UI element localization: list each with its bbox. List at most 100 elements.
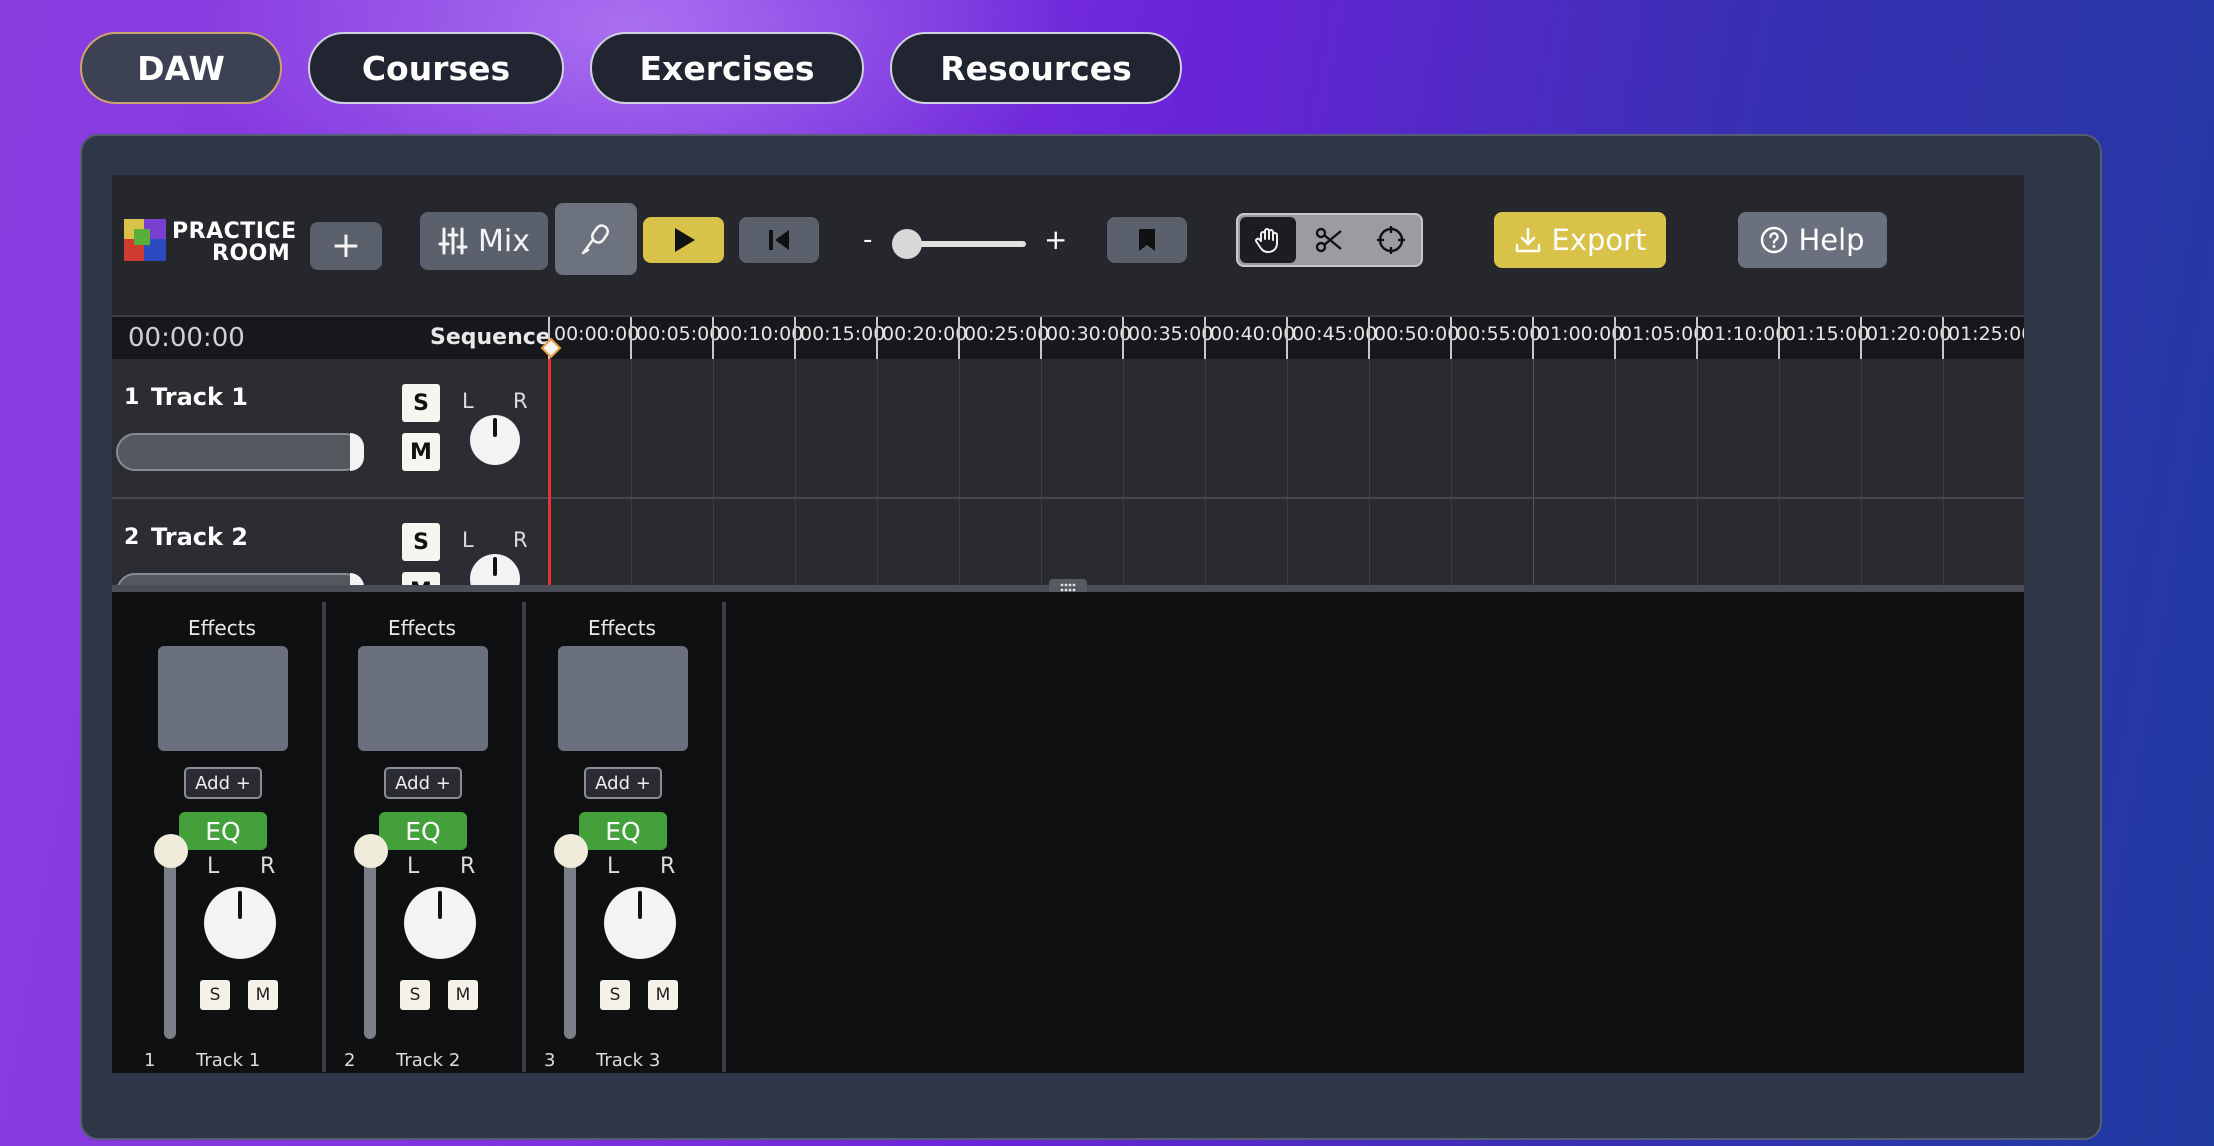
effects-slot[interactable] <box>358 646 488 751</box>
eq-button[interactable]: EQ <box>179 812 267 850</box>
zoom-plus[interactable]: + <box>1044 223 1067 256</box>
track-name: Track 1 <box>151 383 249 411</box>
track-lane[interactable] <box>549 359 2024 497</box>
track-header[interactable]: 1 Track 1 S M L R <box>112 359 548 497</box>
pan-knob[interactable] <box>604 887 676 959</box>
ruler-tick-label: 01:10:00 <box>1702 323 1788 345</box>
logo-line2: ROOM <box>212 241 291 266</box>
help-circle-icon <box>1761 226 1788 254</box>
ruler-tick-label: 00:45:00 <box>1292 323 1378 345</box>
track-pan-knob[interactable] <box>470 554 520 585</box>
export-button[interactable]: Export <box>1494 212 1666 268</box>
volume-fader-track[interactable] <box>564 847 576 1039</box>
mute-button[interactable]: M <box>248 980 278 1010</box>
timeline-ruler[interactable]: 00:00:00 Sequence 00:00:00 00:05:00 00:10:… <box>112 315 2024 361</box>
volume-fader-track[interactable] <box>364 847 376 1039</box>
zoom-slider-thumb[interactable] <box>892 229 922 259</box>
ruler-tick-label: 01:00:00 <box>1538 323 1624 345</box>
ruler-tick <box>1942 317 1944 359</box>
track-volume-slider[interactable] <box>116 433 364 471</box>
play-button[interactable] <box>643 217 724 263</box>
timecode-display: 00:00:00 <box>128 323 245 353</box>
grid-line <box>959 359 960 497</box>
microphone-icon <box>581 224 609 255</box>
ruler-tick <box>712 317 714 359</box>
grid-line <box>713 359 714 497</box>
toolbar: PRACTICE ROOM + Mix - + Export Help <box>112 175 2024 315</box>
grid-line <box>1041 359 1042 497</box>
grid-line <box>1779 359 1780 497</box>
nav-exercises-button[interactable]: Exercises <box>590 32 864 104</box>
record-button[interactable] <box>555 203 637 275</box>
skip-to-start-button[interactable] <box>739 217 819 263</box>
strip-number: 2 <box>344 1050 356 1071</box>
sequence-label: Sequence <box>430 325 551 350</box>
pan-knob[interactable] <box>404 887 476 959</box>
add-effect-button[interactable]: Add + <box>384 767 462 799</box>
eq-button[interactable]: EQ <box>579 812 667 850</box>
volume-fader-thumb[interactable] <box>154 834 188 868</box>
eq-button[interactable]: EQ <box>379 812 467 850</box>
pan-knob[interactable] <box>204 887 276 959</box>
mixer-sliders-icon <box>438 227 468 255</box>
grid-line <box>1369 359 1370 497</box>
grid-line <box>1205 359 1206 497</box>
track-lane[interactable] <box>549 499 2024 585</box>
effects-label: Effects <box>188 616 256 640</box>
grid-line <box>959 499 960 585</box>
add-icon: + <box>330 225 362 266</box>
volume-fader-track[interactable] <box>164 847 176 1039</box>
cut-tool-button[interactable] <box>1300 217 1358 263</box>
nav-courses-button[interactable]: Courses <box>308 32 564 104</box>
select-tool-button[interactable] <box>1362 217 1420 263</box>
track-pan-knob[interactable] <box>470 415 520 465</box>
track-mute-button[interactable]: M <box>402 572 440 585</box>
zoom-minus[interactable]: - <box>863 225 872 255</box>
volume-fader-thumb[interactable] <box>554 834 588 868</box>
solo-button[interactable]: S <box>400 980 430 1010</box>
pan-left-label: L <box>462 528 474 552</box>
skip-back-icon <box>769 230 789 250</box>
track-volume-slider[interactable] <box>116 573 364 585</box>
ruler-tick <box>1122 317 1124 359</box>
track-solo-button[interactable]: S <box>402 384 440 422</box>
mute-button[interactable]: M <box>448 980 478 1010</box>
volume-fader-thumb[interactable] <box>354 834 388 868</box>
solo-button[interactable]: S <box>600 980 630 1010</box>
grid-line <box>713 499 714 585</box>
effects-label: Effects <box>388 616 456 640</box>
grid-line <box>1287 359 1288 497</box>
add-effect-button[interactable]: Add + <box>584 767 662 799</box>
marker-button[interactable] <box>1107 217 1187 263</box>
effects-slot[interactable] <box>558 646 688 751</box>
track-solo-button[interactable]: S <box>402 523 440 561</box>
ruler-tick-label: 01:25:00 <box>1948 323 2024 345</box>
nav-resources-button[interactable]: Resources <box>890 32 1182 104</box>
mixer-strip: Effects Add + EQ L R S M 1 Track 1 <box>124 602 326 1072</box>
pan-right-label: R <box>513 528 528 552</box>
playhead-marker-icon[interactable] <box>540 337 562 359</box>
ruler-tick <box>1778 317 1780 359</box>
mixer-strip: Effects Add + EQ L R S M 2 Track 2 <box>324 602 526 1072</box>
help-button[interactable]: Help <box>1738 212 1887 268</box>
top-nav: DAW Courses Exercises Resources <box>80 32 1182 104</box>
add-track-button[interactable]: + <box>310 222 382 270</box>
add-effect-button[interactable]: Add + <box>184 767 262 799</box>
solo-button[interactable]: S <box>200 980 230 1010</box>
playhead-line[interactable] <box>548 359 551 585</box>
hand-tool-button[interactable] <box>1240 217 1296 263</box>
ruler-tick-label: 00:35:00 <box>1128 323 1214 345</box>
track-mute-button[interactable]: M <box>402 433 440 471</box>
export-label: Export <box>1551 223 1647 257</box>
help-label: Help <box>1798 223 1865 257</box>
practice-room-logo: PRACTICE ROOM <box>124 219 296 269</box>
effects-slot[interactable] <box>158 646 288 751</box>
crosshair-icon <box>1377 226 1405 254</box>
nav-daw-button[interactable]: DAW <box>80 32 282 104</box>
track-header[interactable]: 2 Track 2 S M L R <box>112 499 548 585</box>
ruler-tick <box>958 317 960 359</box>
grid-line <box>1615 359 1616 497</box>
ruler-tick <box>1696 317 1698 359</box>
mute-button[interactable]: M <box>648 980 678 1010</box>
mix-button[interactable]: Mix <box>420 212 548 270</box>
